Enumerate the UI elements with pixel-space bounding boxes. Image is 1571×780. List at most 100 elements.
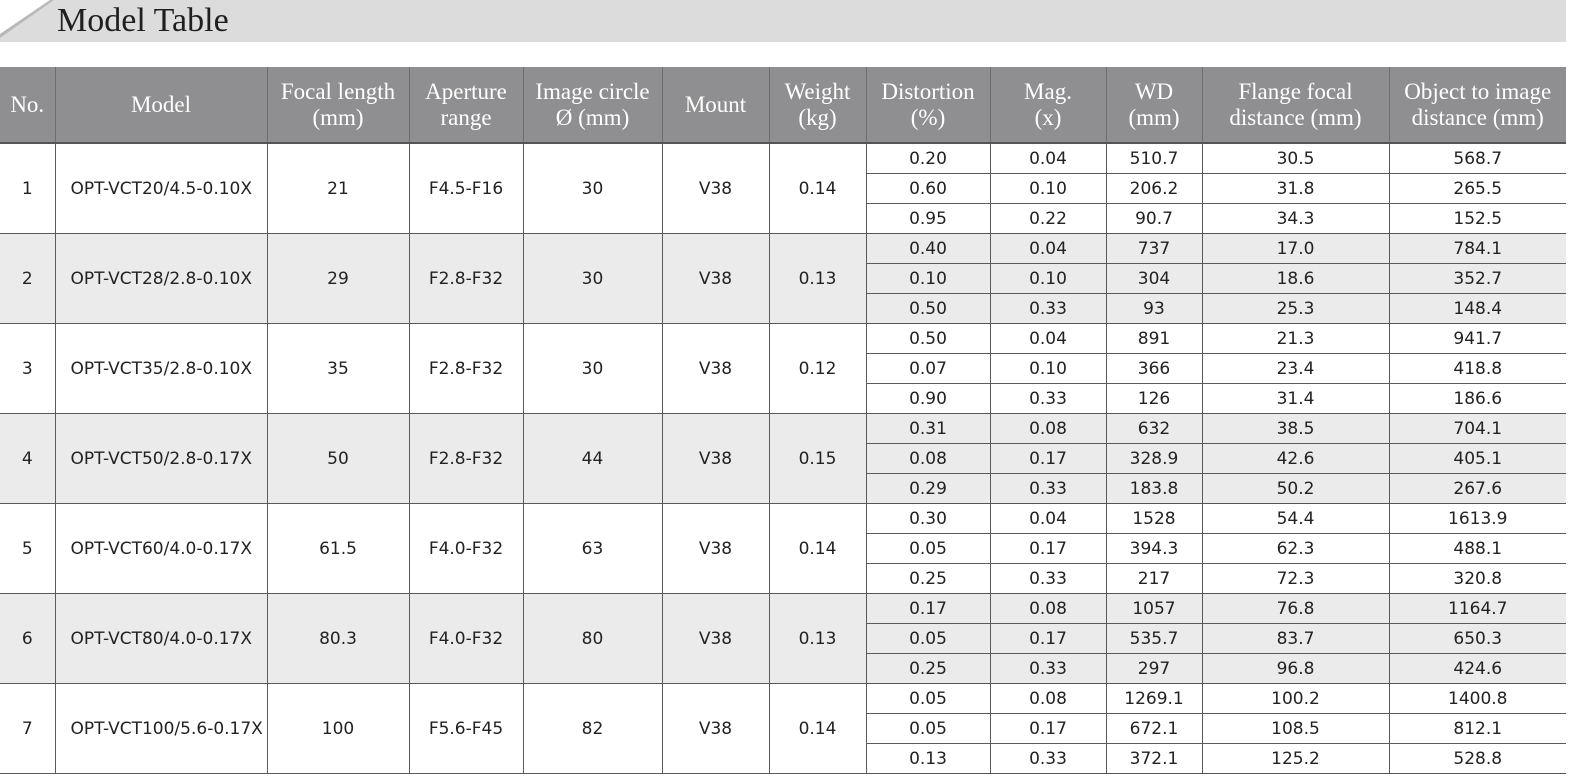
cell-no: 7 xyxy=(0,683,56,774)
cell-no: 1 xyxy=(0,143,56,234)
cell-oti: 528.8 xyxy=(1389,743,1566,774)
cell-wd: 891 xyxy=(1106,323,1203,354)
cell-wd: 372.1 xyxy=(1106,743,1203,774)
cell-distortion: 0.29 xyxy=(866,473,991,504)
cell-oti: 704.1 xyxy=(1389,413,1566,444)
model-table: No. Model Focal length (mm) Aperture range… xyxy=(0,67,1566,774)
cell-oti: 1400.8 xyxy=(1389,683,1566,714)
cell-mag: 0.33 xyxy=(990,293,1107,324)
cell-model: OPT-VCT60/4.0-0.17X xyxy=(55,503,268,594)
cell-oti: 568.7 xyxy=(1389,143,1566,174)
header-mag: Mag. (x) xyxy=(990,67,1107,144)
cell-distortion: 0.25 xyxy=(866,653,991,684)
cell-wd: 632 xyxy=(1106,413,1203,444)
cell-focal: 21 xyxy=(267,143,410,234)
cell-aperture: F5.6-F45 xyxy=(409,683,524,774)
table-row: 6 OPT-VCT80/4.0-0.17X 80.3 F4.0-F32 80 V… xyxy=(0,593,1566,684)
cell-mag: 0.08 xyxy=(990,413,1107,444)
cell-circle: 30 xyxy=(523,323,663,414)
table-row: 4 OPT-VCT50/2.8-0.17X 50 F2.8-F32 44 V38… xyxy=(0,413,1566,504)
cell-wd: 90.7 xyxy=(1106,203,1203,234)
cell-distortion: 0.30 xyxy=(866,503,991,534)
header-no: No. xyxy=(0,67,56,144)
cell-flange: 23.4 xyxy=(1202,353,1390,384)
table-row: 1 OPT-VCT20/4.5-0.10X 21 F4.5-F16 30 V38… xyxy=(0,143,1566,234)
cell-wd: 328.9 xyxy=(1106,443,1203,474)
cell-wd: 672.1 xyxy=(1106,713,1203,744)
cell-distortion: 0.05 xyxy=(866,533,991,564)
header-object-to-image: Object to image distance (mm) xyxy=(1389,67,1566,144)
cell-distortion: 0.20 xyxy=(866,143,991,174)
cell-model: OPT-VCT20/4.5-0.10X xyxy=(55,143,268,234)
table-row: 2 OPT-VCT28/2.8-0.10X 29 F2.8-F32 30 V38… xyxy=(0,233,1566,324)
cell-focal: 100 xyxy=(267,683,410,774)
cell-flange: 108.5 xyxy=(1202,713,1390,744)
model-group-4: 4 OPT-VCT50/2.8-0.17X 50 F2.8-F32 44 V38… xyxy=(0,413,1566,504)
cell-oti: 186.6 xyxy=(1389,383,1566,414)
cell-circle: 80 xyxy=(523,593,663,684)
cell-aperture: F4.0-F32 xyxy=(409,593,524,684)
cell-aperture: F2.8-F32 xyxy=(409,413,524,504)
cell-oti: 650.3 xyxy=(1389,623,1566,654)
cell-mag: 0.10 xyxy=(990,263,1107,294)
cell-wd: 206.2 xyxy=(1106,173,1203,204)
cell-no: 6 xyxy=(0,593,56,684)
cell-flange: 76.8 xyxy=(1202,593,1390,624)
cell-flange: 38.5 xyxy=(1202,413,1390,444)
model-group-5: 5 OPT-VCT60/4.0-0.17X 61.5 F4.0-F32 63 V… xyxy=(0,503,1566,594)
header-weight: Weight (kg) xyxy=(769,67,867,144)
cell-wd: 1269.1 xyxy=(1106,683,1203,714)
cell-circle: 30 xyxy=(523,143,663,234)
cell-distortion: 0.08 xyxy=(866,443,991,474)
cell-focal: 35 xyxy=(267,323,410,414)
cell-oti: 488.1 xyxy=(1389,533,1566,564)
cell-weight: 0.14 xyxy=(769,143,867,234)
cell-flange: 54.4 xyxy=(1202,503,1390,534)
cell-distortion: 0.50 xyxy=(866,293,991,324)
cell-wd: 304 xyxy=(1106,263,1203,294)
cell-no: 2 xyxy=(0,233,56,324)
cell-flange: 31.4 xyxy=(1202,383,1390,414)
header-mount: Mount xyxy=(662,67,770,144)
cell-mag: 0.33 xyxy=(990,743,1107,774)
cell-distortion: 0.10 xyxy=(866,263,991,294)
cell-oti: 784.1 xyxy=(1389,233,1566,264)
cell-wd: 535.7 xyxy=(1106,623,1203,654)
cell-no: 5 xyxy=(0,503,56,594)
header-image-circle: Image circle Ø (mm) xyxy=(523,67,663,144)
model-group-1: 1 OPT-VCT20/4.5-0.10X 21 F4.5-F16 30 V38… xyxy=(0,143,1566,234)
cell-weight: 0.14 xyxy=(769,683,867,774)
cell-model: OPT-VCT100/5.6-0.17X xyxy=(55,683,268,774)
page-title: Model Table xyxy=(57,2,229,39)
cell-distortion: 0.25 xyxy=(866,563,991,594)
cell-oti: 812.1 xyxy=(1389,713,1566,744)
cell-oti: 424.6 xyxy=(1389,653,1566,684)
table-row: 3 OPT-VCT35/2.8-0.10X 35 F2.8-F32 30 V38… xyxy=(0,323,1566,414)
cell-circle: 30 xyxy=(523,233,663,324)
header-wd: WD (mm) xyxy=(1106,67,1203,144)
cell-aperture: F2.8-F32 xyxy=(409,233,524,324)
header-flange: Flange focal distance (mm) xyxy=(1202,67,1390,144)
cell-flange: 125.2 xyxy=(1202,743,1390,774)
cell-mag: 0.33 xyxy=(990,383,1107,414)
cell-mag: 0.08 xyxy=(990,683,1107,714)
cell-distortion: 0.05 xyxy=(866,623,991,654)
cell-oti: 152.5 xyxy=(1389,203,1566,234)
cell-mount: V38 xyxy=(662,593,770,684)
cell-oti: 320.8 xyxy=(1389,563,1566,594)
header-model: Model xyxy=(55,67,268,144)
cell-wd: 1528 xyxy=(1106,503,1203,534)
cell-distortion: 0.17 xyxy=(866,593,991,624)
cell-distortion: 0.95 xyxy=(866,203,991,234)
cell-flange: 17.0 xyxy=(1202,233,1390,264)
header-focal-length: Focal length (mm) xyxy=(267,67,410,144)
cell-weight: 0.13 xyxy=(769,593,867,684)
cell-mag: 0.08 xyxy=(990,593,1107,624)
cell-oti: 267.6 xyxy=(1389,473,1566,504)
header-aperture: Aperture range xyxy=(409,67,524,144)
cell-wd: 510.7 xyxy=(1106,143,1203,174)
cell-flange: 31.8 xyxy=(1202,173,1390,204)
cell-mag: 0.04 xyxy=(990,503,1107,534)
cell-mount: V38 xyxy=(662,503,770,594)
cell-wd: 183.8 xyxy=(1106,473,1203,504)
